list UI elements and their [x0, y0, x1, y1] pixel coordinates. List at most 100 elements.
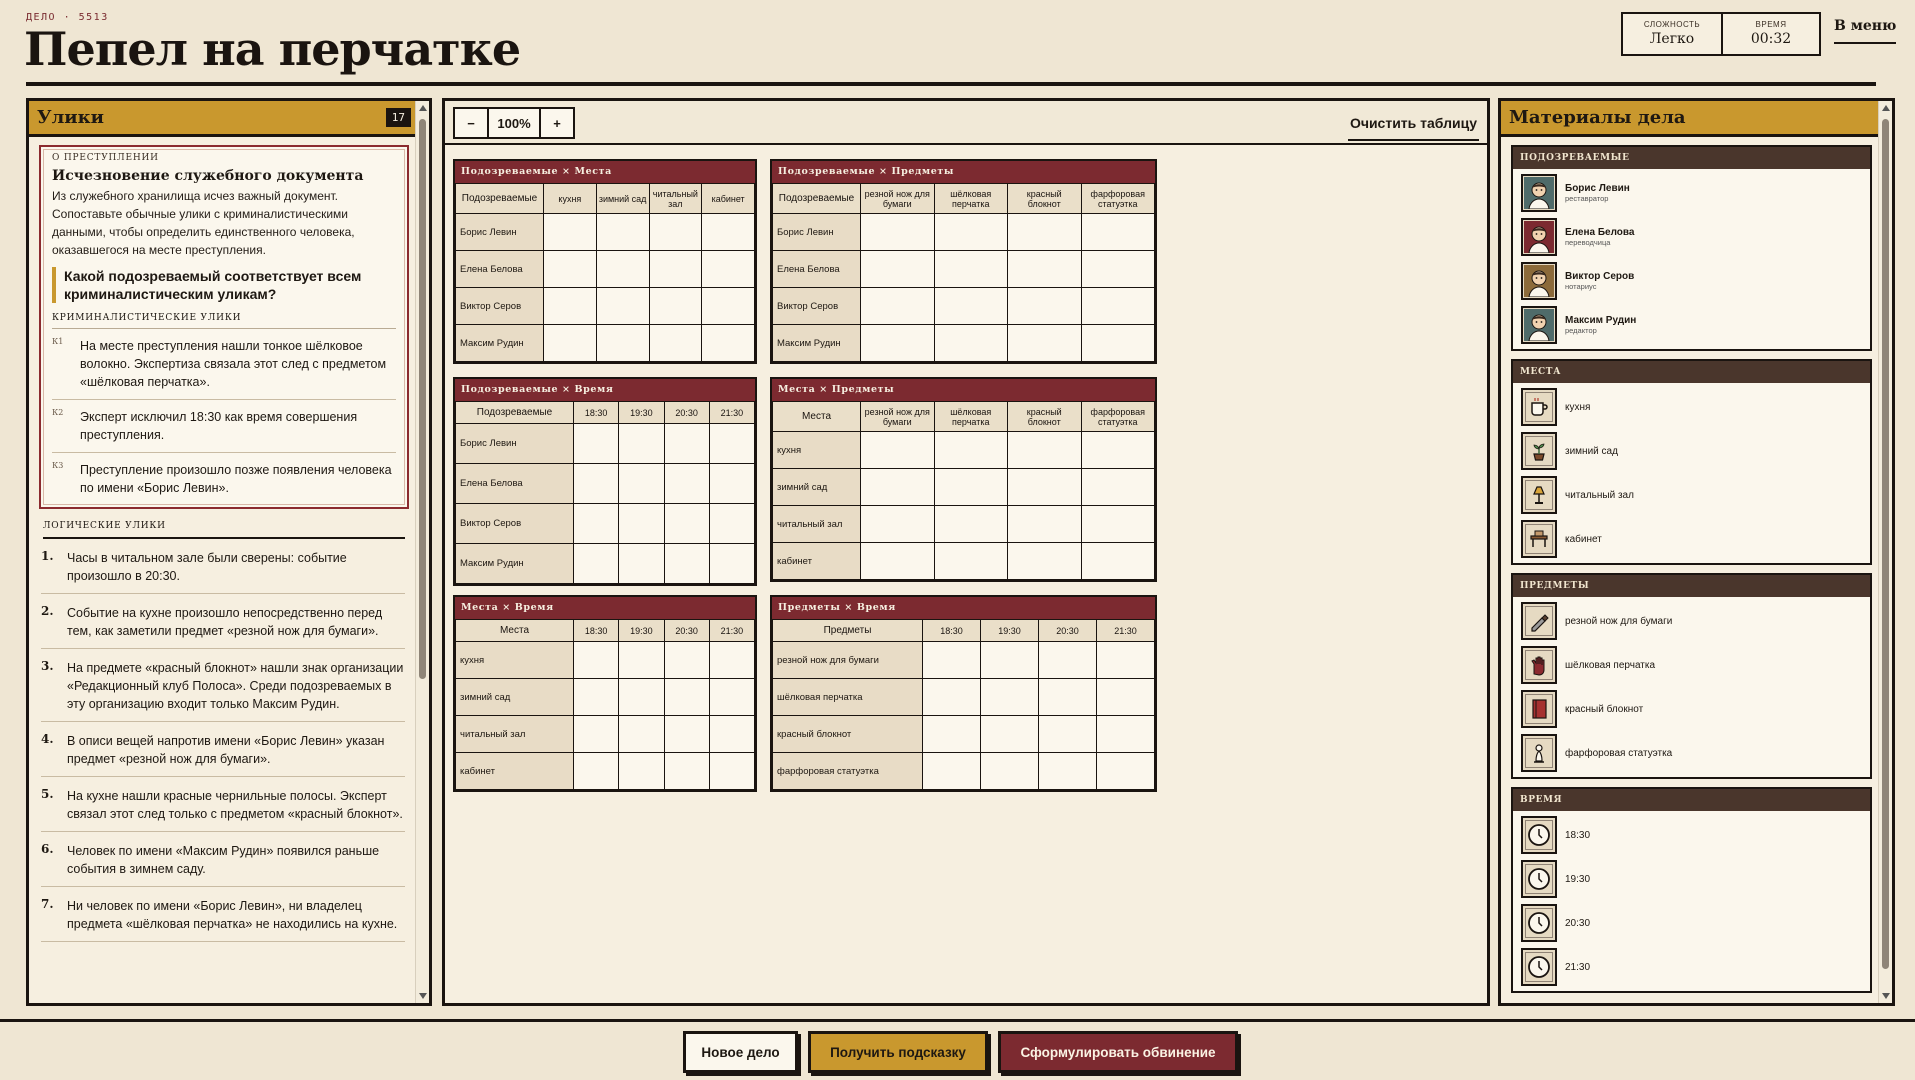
zoom-out-button[interactable]: − [455, 109, 487, 137]
grid-cell[interactable] [708, 641, 756, 679]
grid-cell[interactable] [1007, 431, 1082, 469]
grid-cell[interactable] [572, 678, 620, 716]
grid-cell[interactable] [701, 213, 755, 251]
grid-cell[interactable] [980, 678, 1039, 716]
grid-cell[interactable] [618, 503, 665, 544]
grid-cell[interactable] [1096, 752, 1155, 790]
new-case-button[interactable]: Новое дело [683, 1031, 798, 1073]
grid-cell[interactable] [572, 423, 620, 464]
grid-cell[interactable] [922, 752, 981, 790]
hint-button[interactable]: Получить подсказку [808, 1031, 988, 1073]
grid-cell[interactable] [708, 715, 756, 753]
grid-cell[interactable] [1080, 542, 1155, 580]
grid-cell[interactable] [933, 287, 1008, 325]
clues-scrollbar[interactable] [415, 101, 429, 1003]
grid-cell[interactable] [933, 324, 1008, 362]
grid-cell[interactable] [933, 505, 1008, 543]
grid-cell[interactable] [543, 213, 597, 251]
grid-cell[interactable] [663, 503, 710, 544]
grid-cell[interactable] [618, 543, 665, 584]
grid-cell[interactable] [595, 213, 650, 251]
grid-cell[interactable] [543, 324, 597, 362]
grid-cell[interactable] [618, 423, 665, 464]
grid-cell[interactable] [1080, 324, 1155, 362]
grid-cell[interactable] [595, 250, 650, 288]
grid-cell[interactable] [663, 543, 710, 584]
time-item[interactable]: 21:30 [1513, 945, 1870, 989]
grid-cell[interactable] [1096, 715, 1155, 753]
grid-cell[interactable] [860, 324, 935, 362]
grid-cell[interactable] [860, 468, 935, 506]
grid-cell[interactable] [1007, 324, 1082, 362]
grid-cell[interactable] [708, 503, 756, 544]
grid-cell[interactable] [648, 287, 703, 325]
grid-cell[interactable] [618, 463, 665, 504]
grid-cell[interactable] [708, 423, 756, 464]
time-item[interactable]: 19:30 [1513, 857, 1870, 901]
grid-cell[interactable] [543, 250, 597, 288]
suspect-item[interactable]: Максим Рудин редактор [1513, 303, 1870, 347]
grid-cell[interactable] [708, 543, 756, 584]
suspect-item[interactable]: Борис Левин реставратор [1513, 171, 1870, 215]
grid-cell[interactable] [860, 287, 935, 325]
grid-cell[interactable] [663, 678, 710, 716]
grid-cell[interactable] [701, 324, 755, 362]
grid-cell[interactable] [1038, 715, 1097, 753]
evidence-item[interactable]: красный блокнот [1513, 687, 1870, 731]
grid-cell[interactable] [860, 505, 935, 543]
grid-cell[interactable] [1038, 678, 1097, 716]
grid-cell[interactable] [572, 641, 620, 679]
suspect-item[interactable]: Елена Белова переводчица [1513, 215, 1870, 259]
grid-cell[interactable] [572, 463, 620, 504]
grid-cell[interactable] [708, 678, 756, 716]
grid-cell[interactable] [1080, 505, 1155, 543]
grid-cell[interactable] [1096, 678, 1155, 716]
grid-cell[interactable] [1007, 287, 1082, 325]
clear-table-button[interactable]: Очистить таблицу [1347, 109, 1479, 141]
grid-cell[interactable] [1007, 542, 1082, 580]
grid-cell[interactable] [663, 423, 710, 464]
grid-cell[interactable] [1038, 752, 1097, 790]
grid-cell[interactable] [618, 715, 665, 753]
evidence-item[interactable]: фарфоровая статуэтка [1513, 731, 1870, 775]
time-item[interactable]: 20:30 [1513, 901, 1870, 945]
materials-scrollbar[interactable] [1878, 101, 1892, 1003]
grid-cell[interactable] [1007, 505, 1082, 543]
scroll-thumb[interactable] [419, 119, 426, 679]
grid-cell[interactable] [860, 250, 935, 288]
grid-cell[interactable] [980, 752, 1039, 790]
grid-cell[interactable] [980, 715, 1039, 753]
grid-cell[interactable] [922, 641, 981, 679]
grid-cell[interactable] [618, 678, 665, 716]
grid-cell[interactable] [572, 715, 620, 753]
grid-cell[interactable] [1007, 468, 1082, 506]
grid-cell[interactable] [860, 431, 935, 469]
grid-cell[interactable] [572, 752, 620, 790]
grid-cell[interactable] [933, 542, 1008, 580]
grid-cell[interactable] [648, 213, 703, 251]
grid-cell[interactable] [922, 678, 981, 716]
grid-cell[interactable] [663, 715, 710, 753]
grid-cell[interactable] [1007, 213, 1082, 251]
scroll-up-arrow[interactable] [1882, 105, 1890, 111]
grid-cell[interactable] [572, 503, 620, 544]
grid-cell[interactable] [1096, 641, 1155, 679]
place-item[interactable]: кухня [1513, 385, 1870, 429]
grid-cell[interactable] [701, 287, 755, 325]
place-item[interactable]: читальный зал [1513, 473, 1870, 517]
grid-cell[interactable] [933, 213, 1008, 251]
grid-cell[interactable] [1080, 431, 1155, 469]
grid-cell[interactable] [708, 463, 756, 504]
suspect-item[interactable]: Виктор Серов нотариус [1513, 259, 1870, 303]
accuse-button[interactable]: Сформулировать обвинение [998, 1031, 1238, 1073]
scroll-down-arrow[interactable] [419, 993, 427, 999]
grid-cell[interactable] [860, 213, 935, 251]
grid-cell[interactable] [922, 715, 981, 753]
scroll-down-arrow[interactable] [1882, 993, 1890, 999]
grid-cell[interactable] [1007, 250, 1082, 288]
place-item[interactable]: зимний сад [1513, 429, 1870, 473]
grid-cell[interactable] [595, 324, 650, 362]
grid-cell[interactable] [701, 250, 755, 288]
evidence-item[interactable]: шёлковая перчатка [1513, 643, 1870, 687]
grid-cell[interactable] [663, 463, 710, 504]
